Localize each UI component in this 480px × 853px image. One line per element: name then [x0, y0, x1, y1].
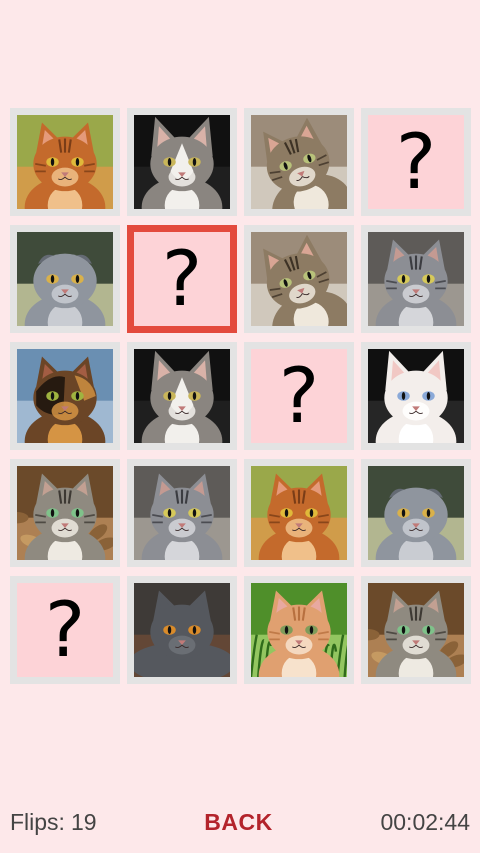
card-back: ?	[17, 583, 113, 677]
card-revealed[interactable]	[361, 342, 471, 450]
silver-tabby-cat-image	[368, 232, 464, 326]
card-revealed[interactable]	[361, 576, 471, 684]
card-revealed[interactable]	[244, 576, 354, 684]
card-revealed[interactable]	[244, 225, 354, 333]
grey-british-shorthair-cat-image	[134, 583, 230, 677]
card-revealed[interactable]	[244, 459, 354, 567]
card-revealed[interactable]	[244, 108, 354, 216]
silver-tabby-cat-image	[134, 466, 230, 560]
tortoiseshell-cat-image	[17, 349, 113, 443]
card-revealed[interactable]	[10, 108, 120, 216]
tabby-kitten-in-leaves-image	[368, 583, 464, 677]
ginger-tabby-cat-image	[251, 466, 347, 560]
back-button[interactable]: BACK	[204, 809, 272, 836]
bottom-bar: Flips: 19 BACK 00:02:44	[10, 805, 470, 839]
question-mark-icon: ?	[395, 117, 437, 206]
card-revealed[interactable]	[361, 225, 471, 333]
brown-tabby-lying-cat-image	[251, 232, 347, 326]
tabby-kitten-in-leaves-image	[17, 466, 113, 560]
card-revealed[interactable]	[361, 459, 471, 567]
grey-scottish-fold-cat-image	[17, 232, 113, 326]
question-mark-icon: ?	[161, 234, 203, 323]
card-revealed[interactable]	[127, 576, 237, 684]
card-hidden[interactable]: ?	[361, 108, 471, 216]
flips-counter: Flips: 19	[10, 809, 97, 836]
timer: 00:02:44	[380, 808, 470, 835]
card-revealed[interactable]	[127, 108, 237, 216]
ginger-tabby-cat-image	[17, 115, 113, 209]
card-revealed[interactable]	[127, 459, 237, 567]
card-revealed[interactable]	[10, 342, 120, 450]
flips-label: Flips:	[10, 808, 65, 835]
card-back: ?	[134, 232, 230, 326]
card-revealed[interactable]	[10, 459, 120, 567]
card-revealed[interactable]	[10, 225, 120, 333]
card-back: ?	[368, 115, 464, 209]
card-back: ?	[251, 349, 347, 443]
card-revealed[interactable]	[127, 342, 237, 450]
card-hidden[interactable]: ?	[127, 225, 237, 333]
grey-scottish-fold-cat-image	[368, 466, 464, 560]
flips-count: 19	[70, 808, 97, 835]
card-hidden[interactable]: ?	[10, 576, 120, 684]
card-hidden[interactable]: ?	[244, 342, 354, 450]
ginger-kitten-in-grass-image	[251, 583, 347, 677]
question-mark-icon: ?	[278, 351, 320, 440]
grey-white-sphynx-cat-image	[134, 349, 230, 443]
grey-white-sphynx-cat-image	[134, 115, 230, 209]
white-siamese-cat-image	[368, 349, 464, 443]
brown-tabby-lying-cat-image	[251, 115, 347, 209]
memory-game-board: ????	[10, 108, 471, 684]
question-mark-icon: ?	[44, 585, 86, 674]
